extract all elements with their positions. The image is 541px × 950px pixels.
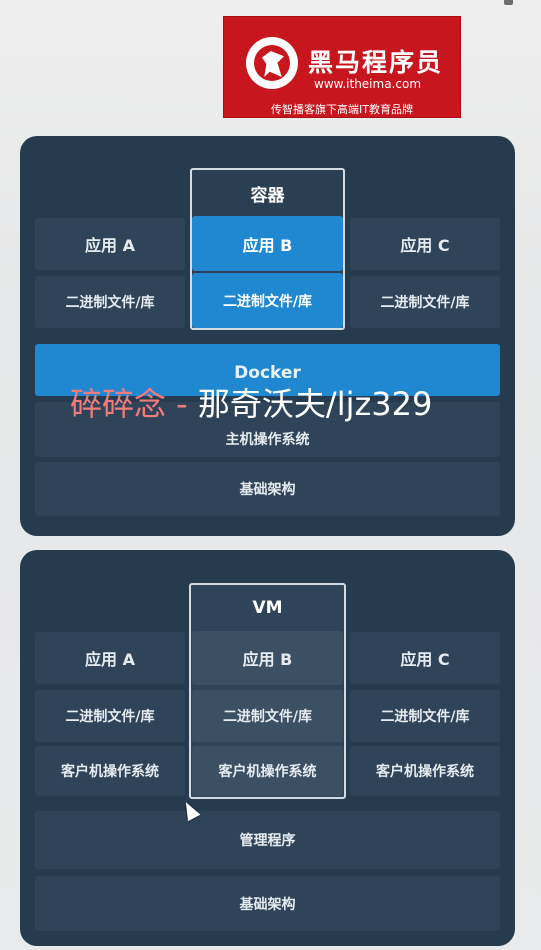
itheima-logo: 黑马程序员 www.itheima.com 传智播客旗下高端IT教育品牌 [223, 16, 461, 118]
vm-bins-b: 二进制文件/库 [192, 690, 343, 742]
docker-bins-a: 二进制文件/库 [35, 276, 185, 328]
watermark-suffix: 那奇沃夫/ljz329 [197, 385, 433, 423]
docker-bins-b: 二进制文件/库 [192, 273, 343, 328]
container-column-title: 容器 [250, 185, 285, 206]
watermark-prefix: 碎碎念 - [70, 385, 198, 423]
docker-bins-c: 二进制文件/库 [350, 276, 500, 328]
docker-app-a: 应用 A [35, 218, 185, 270]
vm-guest-os-b: 客户机操作系统 [192, 746, 343, 796]
logo-tagline: 传智播客旗下高端IT教育品牌 [271, 103, 413, 116]
vm-infrastructure-layer: 基础架构 [35, 876, 500, 931]
docker-app-b: 应用 B [192, 216, 343, 271]
logo-url: www.itheima.com [314, 77, 422, 91]
vm-architecture-panel: VM 应用 A 应用 B 应用 C 二进制文件/库 二进制文件/库 二进制文件/… [20, 550, 515, 946]
vm-app-c: 应用 C [350, 632, 500, 684]
corner-mark [504, 0, 513, 5]
vm-app-a: 应用 A [35, 632, 185, 684]
vm-app-b: 应用 B [192, 631, 343, 685]
horse-logo-icon [246, 37, 298, 89]
docker-app-c: 应用 C [350, 218, 500, 270]
vm-column-title: VM [252, 598, 283, 618]
uploader-watermark: 碎碎念 - 那奇沃夫/ljz329 [70, 379, 432, 425]
docker-infrastructure-layer: 基础架构 [35, 462, 500, 516]
vm-guest-os-a: 客户机操作系统 [35, 746, 185, 796]
hypervisor-layer: 管理程序 [35, 811, 500, 869]
vm-bins-c: 二进制文件/库 [350, 690, 500, 742]
logo-name: 黑马程序员 [308, 48, 444, 77]
vm-guest-os-c: 客户机操作系统 [350, 746, 500, 796]
docker-architecture-panel: 容器 应用 A 应用 B 应用 C 二进制文件/库 二进制文件/库 二进制文件/… [20, 136, 515, 536]
vm-bins-a: 二进制文件/库 [35, 690, 185, 742]
